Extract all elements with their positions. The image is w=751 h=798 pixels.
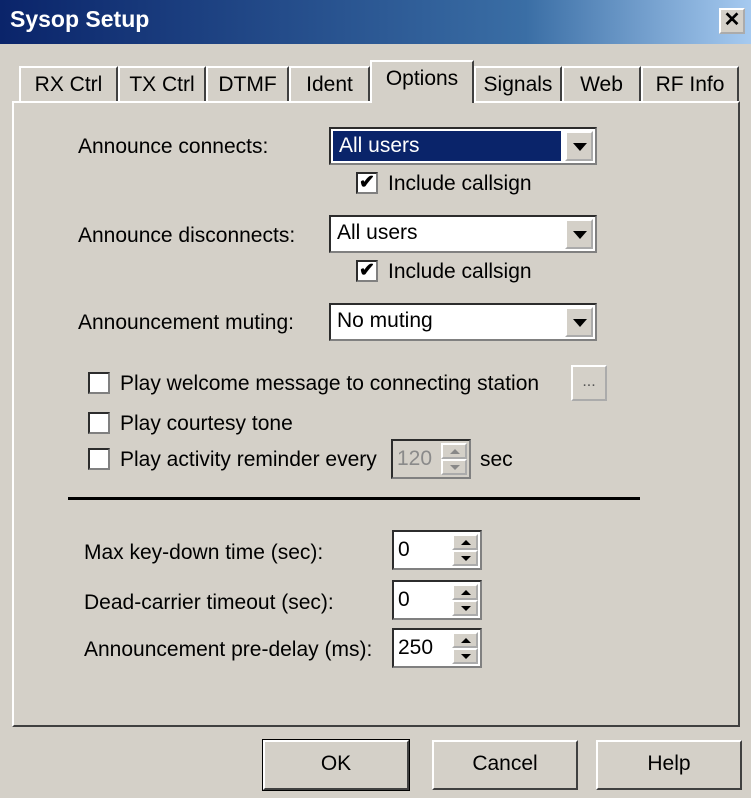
courtesy-tone-label: Play courtesy tone [120, 412, 293, 435]
connects-include-callsign-label: Include callsign [388, 172, 532, 195]
activity-reminder-checkbox[interactable] [88, 448, 110, 470]
max-keydown-value[interactable]: 0 [398, 538, 410, 562]
tab-web[interactable]: Web [562, 66, 641, 102]
help-button[interactable]: Help [596, 740, 742, 790]
connects-include-callsign-checkbox[interactable]: ✔ [356, 172, 378, 194]
spin-up-icon[interactable] [452, 584, 478, 600]
spin-down-icon[interactable] [452, 648, 478, 664]
announce-disconnects-label: Announce disconnects: [78, 224, 296, 247]
dead-carrier-spinner[interactable]: 0 [392, 580, 482, 620]
spin-down-icon [441, 459, 467, 475]
chevron-down-icon[interactable] [565, 307, 593, 337]
tab-rx-ctrl[interactable]: RX Ctrl [19, 66, 118, 102]
announce-connects-label: Announce connects: [78, 135, 269, 158]
announcement-muting-value: No muting [337, 309, 433, 332]
courtesy-tone-checkbox[interactable] [88, 412, 110, 434]
activity-reminder-unit: sec [480, 448, 513, 471]
chevron-down-icon[interactable] [565, 131, 593, 161]
predelay-spinner[interactable]: 250 [392, 628, 482, 668]
close-icon[interactable]: ✕ [719, 8, 745, 34]
title-bar[interactable]: Sysop Setup ✕ [0, 0, 751, 44]
tab-dtmf[interactable]: DTMF [206, 66, 289, 102]
window-title: Sysop Setup [10, 6, 150, 32]
disconnects-include-callsign-label: Include callsign [388, 260, 532, 283]
announce-connects-select[interactable]: All users [329, 127, 597, 165]
max-keydown-label: Max key-down time (sec): [84, 541, 324, 564]
ok-button[interactable]: OK [262, 739, 410, 791]
cancel-button[interactable]: Cancel [432, 740, 578, 790]
activity-reminder-label: Play activity reminder every [120, 448, 377, 471]
spin-down-icon[interactable] [452, 600, 478, 616]
predelay-value[interactable]: 250 [398, 636, 433, 660]
tab-ident[interactable]: Ident [289, 66, 370, 102]
welcome-message-label: Play welcome message to connecting stati… [120, 372, 540, 395]
tab-rf-info[interactable]: RF Info [641, 66, 739, 102]
sysop-setup-dialog: Sysop Setup ✕ RX Ctrl TX Ctrl DTMF Ident… [0, 0, 751, 798]
activity-reminder-value: 120 [397, 447, 433, 470]
separator [68, 497, 640, 500]
tab-options[interactable]: Options [370, 60, 474, 103]
spin-up-icon [441, 443, 467, 459]
dead-carrier-label: Dead-carrier timeout (sec): [84, 591, 334, 614]
tab-signals[interactable]: Signals [474, 66, 562, 102]
announce-disconnects-value: All users [337, 221, 418, 244]
announce-connects-value: All users [333, 131, 561, 161]
activity-reminder-spinner: 120 [391, 439, 471, 479]
predelay-label: Announcement pre-delay (ms): [84, 638, 373, 661]
announcement-muting-label: Announcement muting: [78, 311, 294, 334]
tab-tx-ctrl[interactable]: TX Ctrl [118, 66, 206, 102]
max-keydown-spinner[interactable]: 0 [392, 530, 482, 570]
announcement-muting-select[interactable]: No muting [329, 303, 597, 341]
chevron-down-icon[interactable] [565, 219, 593, 249]
welcome-browse-button[interactable]: ... [571, 365, 607, 401]
welcome-message-checkbox[interactable] [88, 372, 110, 394]
spin-up-icon[interactable] [452, 632, 478, 648]
disconnects-include-callsign-checkbox[interactable]: ✔ [356, 260, 378, 282]
spin-down-icon[interactable] [452, 550, 478, 566]
spin-up-icon[interactable] [452, 534, 478, 550]
dead-carrier-value[interactable]: 0 [398, 588, 410, 612]
announce-disconnects-select[interactable]: All users [329, 215, 597, 253]
